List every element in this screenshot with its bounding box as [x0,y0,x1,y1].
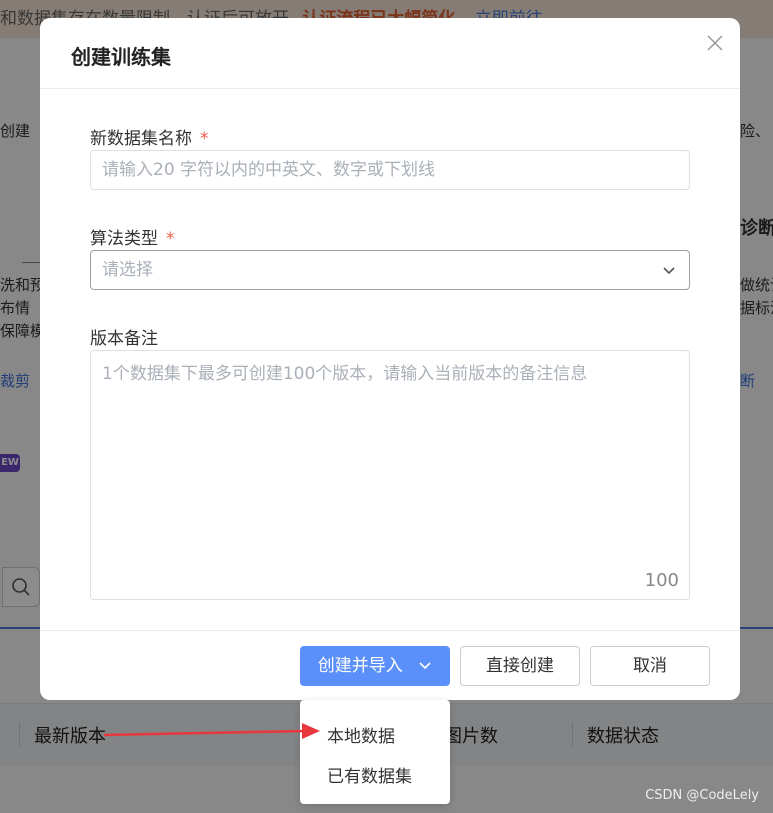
annotation-arrow-icon [103,723,320,739]
